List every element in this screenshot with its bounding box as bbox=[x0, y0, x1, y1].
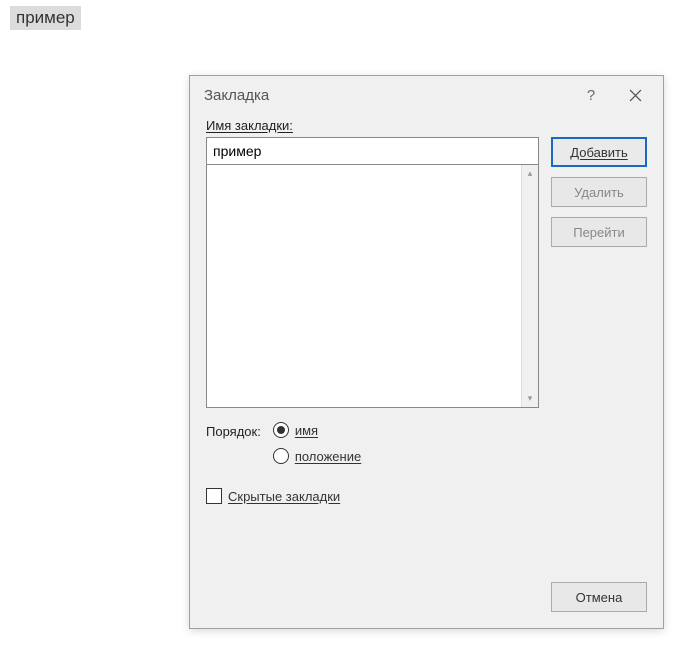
sort-by-name-radio[interactable]: имя bbox=[273, 422, 361, 438]
help-button[interactable]: ? bbox=[569, 80, 613, 110]
listbox-scrollbar[interactable]: ▴ ▾ bbox=[521, 165, 538, 407]
bookmark-name-input[interactable] bbox=[206, 137, 539, 165]
add-button[interactable]: Добавить bbox=[551, 137, 647, 167]
dialog-title: Закладка bbox=[204, 87, 569, 104]
hidden-bookmarks-label: Скрытые закладки bbox=[228, 489, 340, 504]
bookmark-listbox[interactable]: ▴ ▾ bbox=[206, 164, 539, 408]
bookmark-dialog: Закладка ? Имя закладки: ▴ ▾ Добавит bbox=[189, 75, 664, 629]
add-button-label: Добавить bbox=[570, 145, 627, 160]
dialog-body: Имя закладки: ▴ ▾ Добавить Удалить bbox=[190, 114, 663, 628]
hidden-bookmarks-checkbox[interactable]: Скрытые закладки bbox=[206, 488, 647, 504]
scroll-down-icon: ▾ bbox=[522, 390, 538, 407]
sort-label: Порядок: bbox=[206, 422, 261, 439]
sort-by-position-label: положение bbox=[295, 449, 361, 464]
bookmark-name-label: Имя закладки: bbox=[206, 118, 293, 133]
goto-button[interactable]: Перейти bbox=[551, 217, 647, 247]
close-button[interactable] bbox=[613, 80, 657, 110]
cancel-button[interactable]: Отмена bbox=[551, 582, 647, 612]
sort-by-name-label: имя bbox=[295, 423, 318, 438]
close-icon bbox=[629, 89, 642, 102]
checkbox-icon bbox=[206, 488, 222, 504]
delete-button[interactable]: Удалить bbox=[551, 177, 647, 207]
sort-by-position-radio[interactable]: положение bbox=[273, 448, 361, 464]
radio-icon bbox=[273, 448, 289, 464]
goto-button-label: Перейти bbox=[573, 225, 625, 240]
delete-button-label: Удалить bbox=[574, 185, 624, 200]
document-selected-text: пример bbox=[10, 6, 81, 30]
cancel-button-label: Отмена bbox=[576, 590, 623, 605]
dialog-titlebar: Закладка ? bbox=[190, 76, 663, 114]
scroll-up-icon: ▴ bbox=[522, 165, 538, 182]
radio-icon bbox=[273, 422, 289, 438]
